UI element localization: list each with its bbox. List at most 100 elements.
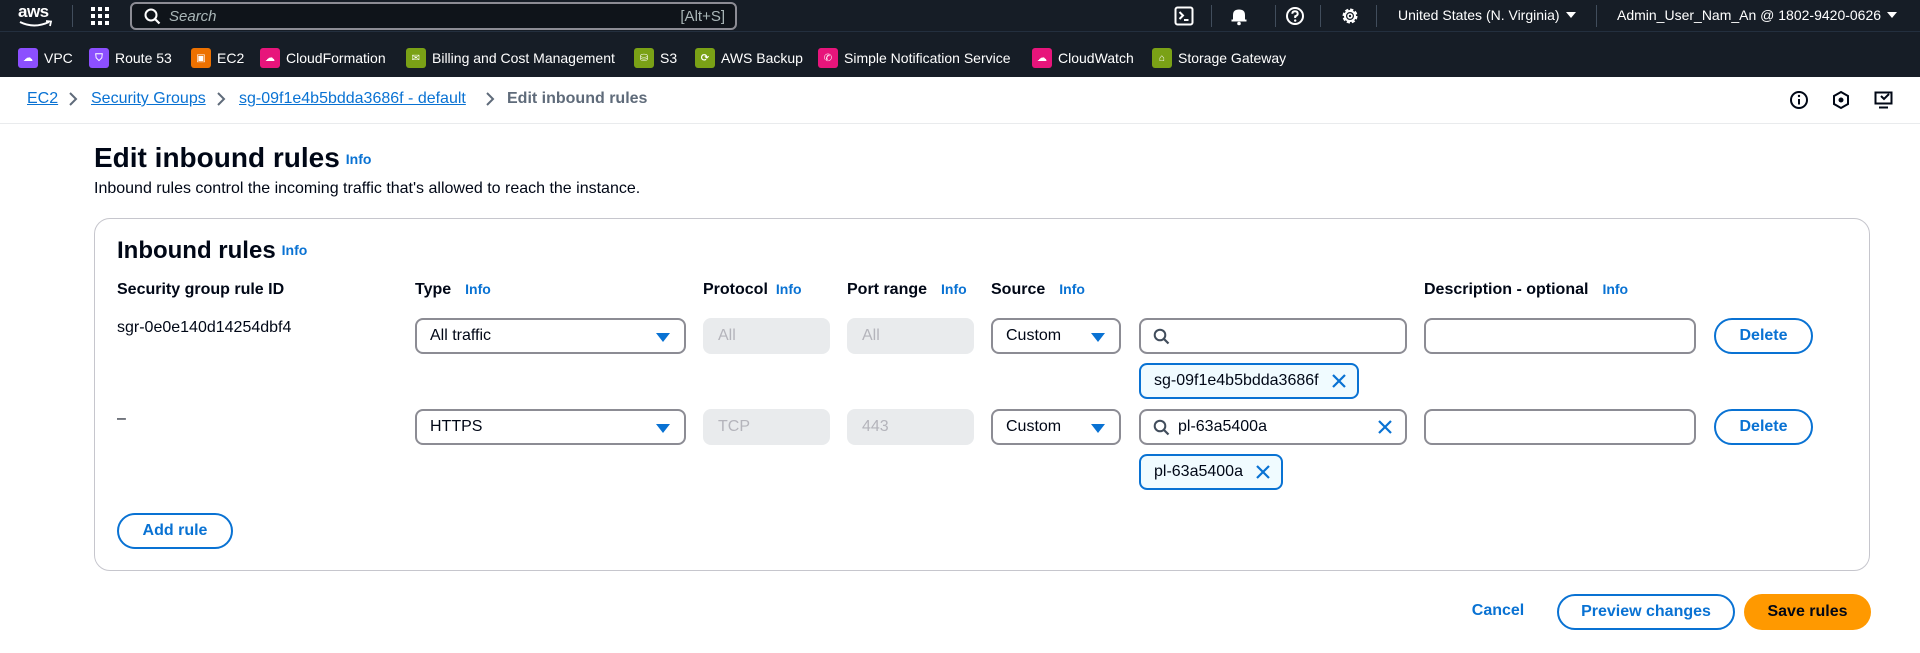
source-search-input[interactable] (1139, 318, 1407, 354)
favorite-route-53[interactable]: ⛉ Route 53 (89, 47, 172, 69)
breadcrumb-security-group[interactable]: sg-09f1e4b5bdda3686f - default (239, 90, 466, 108)
favorite-sns[interactable]: ✆ Simple Notification Service (818, 47, 1011, 69)
source-info-link[interactable]: Info (1059, 281, 1085, 297)
feedback-hex-icon[interactable] (1831, 90, 1851, 110)
port-range-info-link[interactable]: Info (941, 281, 967, 297)
chevron-right-icon (486, 92, 495, 106)
remove-token-icon[interactable] (1255, 464, 1271, 480)
page-title: Edit inbound rules Info (94, 142, 372, 173)
aws-backup-icon: ⟳ (695, 48, 715, 68)
column-header-port-range: Port range Info (847, 281, 967, 298)
search-icon (1153, 328, 1170, 344)
cloudshell-icon[interactable] (1174, 6, 1194, 26)
column-header-rule-id: Security group rule ID (117, 281, 285, 298)
aws-smile-icon (19, 20, 53, 27)
billing-icon: ✉ (406, 48, 426, 68)
rule-id: sgr-0e0e140d14254dbf4 (117, 319, 292, 336)
type-select[interactable]: HTTPS (415, 409, 686, 445)
save-rules-button[interactable]: Save rules (1744, 594, 1871, 630)
favorite-ec2[interactable]: ▣ EC2 (191, 47, 244, 69)
nav-divider (1376, 5, 1377, 27)
container-info-link[interactable]: Info (282, 242, 308, 258)
preview-changes-button[interactable]: Preview changes (1557, 594, 1735, 630)
chevron-right-icon (217, 92, 226, 106)
notifications-bell-icon[interactable] (1229, 6, 1249, 26)
protocol-field: All (703, 318, 830, 354)
page-info-link[interactable]: Info (346, 151, 372, 167)
favorite-storage-gateway[interactable]: ⌂ Storage Gateway (1152, 47, 1286, 69)
caret-down-icon (656, 333, 670, 342)
nav-divider (1275, 5, 1276, 27)
favorite-cloudwatch[interactable]: ☁ CloudWatch (1032, 47, 1134, 69)
delete-rule-button[interactable]: Delete (1714, 409, 1813, 445)
settings-gear-icon[interactable] (1340, 6, 1360, 26)
favorite-cloudformation[interactable]: ☁ CloudFormation (260, 47, 386, 69)
breadcrumb-ec2[interactable]: EC2 (27, 90, 58, 108)
source-token: pl-63a5400a (1139, 454, 1283, 490)
source-search-input[interactable]: pl-63a5400a (1139, 409, 1407, 445)
cloudwatch-icon: ☁ (1032, 48, 1052, 68)
container-title: Inbound rules Info (117, 237, 308, 264)
column-header-source: Source Info (991, 281, 1085, 298)
nav-divider (1596, 5, 1597, 27)
favorite-s3[interactable]: ⛁ S3 (634, 47, 677, 69)
search-icon (1153, 419, 1170, 435)
global-search[interactable]: [Alt+S] (130, 2, 737, 30)
cancel-button[interactable]: Cancel (1460, 593, 1536, 629)
caret-down-icon (1091, 424, 1105, 433)
nav-divider (1320, 5, 1321, 27)
inbound-rules-container: Inbound rules Info Security group rule ID… (94, 218, 1870, 571)
help-icon[interactable] (1285, 6, 1305, 26)
page-description: Inbound rules control the incoming traff… (94, 180, 641, 197)
nav-divider (72, 5, 73, 27)
services-menu-icon[interactable] (91, 7, 109, 25)
favorite-aws-backup[interactable]: ⟳ AWS Backup (695, 47, 803, 69)
add-rule-button[interactable]: Add rule (117, 513, 233, 549)
column-header-type: Type Info (415, 281, 491, 298)
favorites-bar: ☁ VPC ⛉ Route 53 ▣ EC2 ☁ CloudFormation … (0, 31, 1920, 77)
port-range-field: All (847, 318, 974, 354)
type-info-link[interactable]: Info (465, 281, 491, 297)
caret-down-icon (1565, 12, 1576, 18)
aws-logo[interactable]: aws (18, 1, 58, 29)
clear-input-icon[interactable] (1377, 419, 1393, 435)
column-header-description: Description - optional Info (1424, 281, 1629, 298)
description-info-link[interactable]: Info (1602, 281, 1628, 297)
ec2-icon: ▣ (191, 48, 211, 68)
caret-down-icon (656, 424, 670, 433)
source-token: sg-09f1e4b5bdda3686f (1139, 363, 1359, 399)
column-header-protocol: Protocol Info (703, 281, 802, 298)
favorite-vpc[interactable]: ☁ VPC (18, 47, 73, 69)
port-range-field: 443 (847, 409, 974, 445)
top-navigation: aws [Alt+S] United States (N. Virginia) (0, 0, 1920, 31)
source-select[interactable]: Custom (991, 318, 1121, 354)
s3-icon: ⛁ (634, 48, 654, 68)
description-input[interactable] (1424, 409, 1696, 445)
source-select[interactable]: Custom (991, 409, 1121, 445)
caret-down-icon (1887, 12, 1898, 18)
cloudformation-icon: ☁ (260, 48, 280, 68)
vpc-icon: ☁ (18, 48, 38, 68)
search-icon (144, 8, 161, 24)
breadcrumb-current: Edit inbound rules (507, 90, 648, 107)
breadcrumb-security-groups[interactable]: Security Groups (91, 90, 206, 108)
chevron-right-icon (69, 92, 78, 106)
caret-down-icon (1091, 333, 1105, 342)
remove-token-icon[interactable] (1331, 373, 1347, 389)
info-icon[interactable] (1789, 90, 1809, 110)
sns-icon: ✆ (818, 48, 838, 68)
breadcrumb: EC2 Security Groups sg-09f1e4b5bdda3686f… (0, 77, 1920, 124)
protocol-info-link[interactable]: Info (776, 281, 802, 297)
storage-gateway-icon: ⌂ (1152, 48, 1172, 68)
delete-rule-button[interactable]: Delete (1714, 318, 1813, 354)
account-menu[interactable]: Admin_User_Nam_An @ 1802-9420-0626 (1617, 7, 1898, 23)
tutorial-panel-icon[interactable] (1874, 90, 1894, 110)
description-input[interactable] (1424, 318, 1696, 354)
nav-divider (1211, 5, 1212, 27)
search-input[interactable] (169, 7, 681, 25)
type-select[interactable]: All traffic (415, 318, 686, 354)
region-selector[interactable]: United States (N. Virginia) (1398, 7, 1576, 23)
route-53-icon: ⛉ (89, 48, 109, 68)
favorite-billing[interactable]: ✉ Billing and Cost Management (406, 47, 615, 69)
search-shortcut: [Alt+S] (680, 7, 725, 25)
